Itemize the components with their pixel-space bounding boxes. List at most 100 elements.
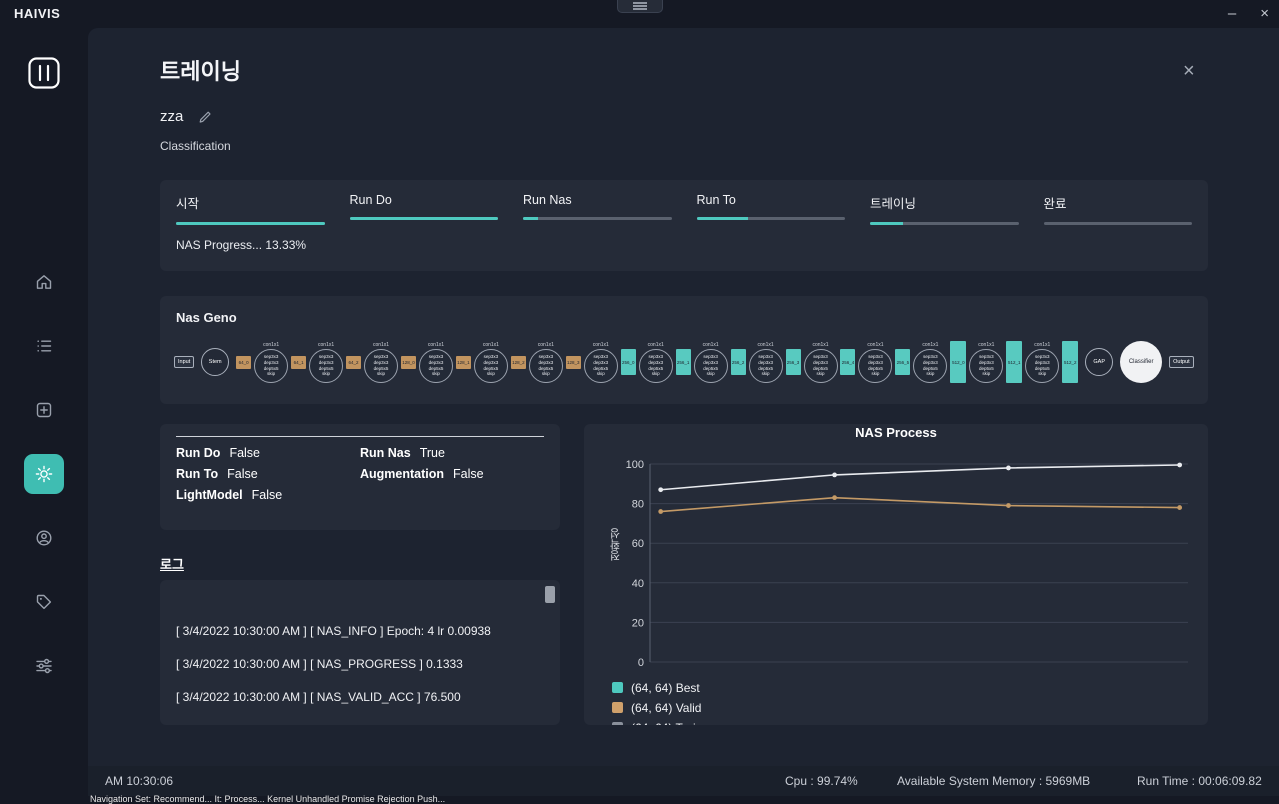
geno-stage-64_2: 64_2	[346, 356, 361, 369]
sidebar-nav	[24, 262, 64, 686]
sidebar-item-tuning[interactable]	[24, 646, 64, 686]
legend-swatch	[612, 722, 623, 725]
geno-cell-conv-label: con1x1	[703, 342, 719, 348]
geno-cell-conv-label: con1x1	[648, 342, 664, 348]
config-value: False	[227, 467, 258, 481]
geno-stage-64_1: 64_1	[291, 356, 306, 369]
project-name: zza	[160, 108, 183, 125]
window-drag-handle[interactable]	[617, 0, 663, 13]
log-scrollbar-thumb[interactable]	[545, 586, 555, 603]
geno-stage-64_0: 64_0	[236, 356, 251, 369]
sidebar-item-settings[interactable]	[24, 454, 64, 494]
step-progress-fill	[523, 217, 538, 220]
geno-stage-128_1: 128_1	[456, 356, 471, 369]
geno-cell-ops: sep3x3dep3x3dep5x5skip	[913, 349, 947, 383]
stepper-step: Run Nas	[523, 193, 672, 225]
svg-text:80: 80	[632, 499, 644, 511]
geno-input-node: Input	[174, 356, 194, 368]
legend-label: (64, 64) Valid	[631, 701, 701, 715]
stepper-step: Run Do	[350, 193, 499, 225]
geno-cell-ops: sep3x3dep3x3dep5x5skip	[1025, 349, 1059, 383]
geno-cell-ops: sep3x3dep3x3dep5x5skip	[749, 349, 783, 383]
geno-stage-512_2: 512_2	[1062, 341, 1078, 383]
geno-cell-ops: sep3x3dep3x3dep5x5skip	[639, 349, 673, 383]
close-button[interactable]: ×	[1260, 0, 1269, 28]
sidebar	[0, 28, 88, 800]
config-value: True	[420, 446, 445, 460]
step-label: 트레이닝	[870, 193, 1019, 212]
sidebar-item-add[interactable]	[24, 390, 64, 430]
config-item: Run Do False	[176, 446, 360, 460]
geno-cell-conv-label: con1x1	[318, 342, 334, 348]
config-label: Run Do	[176, 446, 220, 460]
geno-cell-conv-label: con1x1	[538, 342, 554, 348]
geno-stage-128_0: 128_0	[401, 356, 416, 369]
nas-chart-svg: 020406080100	[620, 452, 1198, 668]
geno-stage-256_0: 256_0	[621, 349, 636, 375]
step-progress-fill	[350, 217, 499, 220]
stepper-step: 트레이닝	[870, 193, 1019, 225]
titlebar: HAIVIS – ×	[0, 0, 1279, 28]
geno-cell-node: con1x1sep3x3dep3x3dep5x5skip	[969, 342, 1003, 383]
nas-geno-diagram: InputStem64_0con1x1sep3x3dep3x3dep5x5ski…	[160, 329, 1208, 395]
geno-cell-node: con1x1sep3x3dep3x3dep5x5skip	[639, 342, 673, 383]
panel-close-icon[interactable]: ×	[1183, 60, 1195, 83]
geno-cell-ops: sep3x3dep3x3dep5x5skip	[694, 349, 728, 383]
geno-stage-256_3: 256_3	[786, 349, 801, 375]
tuning-icon	[34, 656, 54, 676]
step-label: Run To	[697, 193, 846, 207]
step-label: 시작	[176, 193, 325, 212]
legend-item[interactable]: (64, 64) Valid	[612, 700, 702, 715]
step-progress-track	[697, 217, 846, 220]
nas-progress-text: NAS Progress... 13.33%	[176, 238, 1192, 252]
geno-cell-ops: sep3x3dep3x3dep5x5skip	[804, 349, 838, 383]
geno-cell-ops: sep3x3dep3x3dep5x5skip	[254, 349, 288, 383]
config-value: False	[252, 488, 283, 502]
geno-stage-512_0: 512_0	[950, 341, 966, 383]
app-title: HAIVIS	[14, 0, 60, 28]
legend-item[interactable]: (64, 64) Train	[612, 720, 702, 725]
edit-pencil-icon[interactable]	[197, 109, 213, 125]
settings-icon	[34, 464, 54, 484]
page-title: 트레이닝	[160, 54, 241, 86]
geno-stage-512_1: 512_1	[1006, 341, 1022, 383]
config-item: Run ToFalse	[176, 467, 360, 481]
geno-cell-node: con1x1sep3x3dep3x3dep5x5skip	[364, 342, 398, 383]
project-row: zza	[160, 108, 213, 125]
step-label: 완료	[1044, 193, 1193, 212]
legend-swatch	[612, 702, 623, 713]
geno-cell-node: con1x1sep3x3dep3x3dep5x5skip	[419, 342, 453, 383]
status-time: AM 10:30:06	[105, 766, 173, 796]
geno-cell-node: con1x1sep3x3dep3x3dep5x5skip	[694, 342, 728, 383]
app-logo-icon[interactable]	[27, 56, 61, 90]
status-runtime: Run Time : 00:06:09.82	[1137, 766, 1262, 796]
geno-stage-256_2: 256_2	[731, 349, 746, 375]
config-item: AugmentationFalse	[360, 467, 544, 481]
step-progress-track	[1044, 222, 1193, 225]
minimize-button[interactable]: –	[1228, 0, 1236, 28]
geno-cell-node: con1x1sep3x3dep3x3dep5x5skip	[474, 342, 508, 383]
log-lines: [ 3/4/2022 10:30:00 AM ] [ NAS_INFO ] Ep…	[160, 580, 560, 704]
geno-cell-node: con1x1sep3x3dep3x3dep5x5skip	[309, 342, 343, 383]
geno-classifier-node: Classifier	[1120, 341, 1162, 383]
sidebar-item-home[interactable]	[24, 262, 64, 302]
sidebar-item-profile[interactable]	[24, 518, 64, 558]
sidebar-item-list[interactable]	[24, 326, 64, 366]
sidebar-item-tag[interactable]	[24, 582, 64, 622]
log-title[interactable]: 로그	[160, 554, 184, 573]
log-entry: [ 3/4/2022 10:30:00 AM ] [ NAS_INFO ] Ep…	[176, 624, 544, 638]
legend-swatch	[612, 682, 623, 693]
log-entry: [ 3/4/2022 10:30:00 AM ] [ NAS_PROGRESS …	[176, 657, 544, 671]
geno-output-node: Output	[1169, 356, 1194, 368]
legend-item[interactable]: (64, 64) Best	[612, 680, 702, 695]
legend-label: (64, 64) Train	[631, 721, 702, 726]
config-row: Run ToFalseAugmentationFalse	[176, 467, 544, 481]
main-panel: 트레이닝 × zza Classification 시작Run DoRun Na…	[88, 28, 1279, 766]
geno-stage-128_2: 128_2	[511, 356, 526, 369]
svg-text:0: 0	[638, 657, 644, 668]
geno-cell-ops: sep3x3dep3x3dep5x5skip	[858, 349, 892, 383]
config-value: False	[229, 446, 260, 460]
geno-cell-conv-label: con1x1	[483, 342, 499, 348]
console-output: Navigation Set: Recommend... It: Process…	[90, 794, 445, 804]
step-progress-track	[176, 222, 325, 225]
